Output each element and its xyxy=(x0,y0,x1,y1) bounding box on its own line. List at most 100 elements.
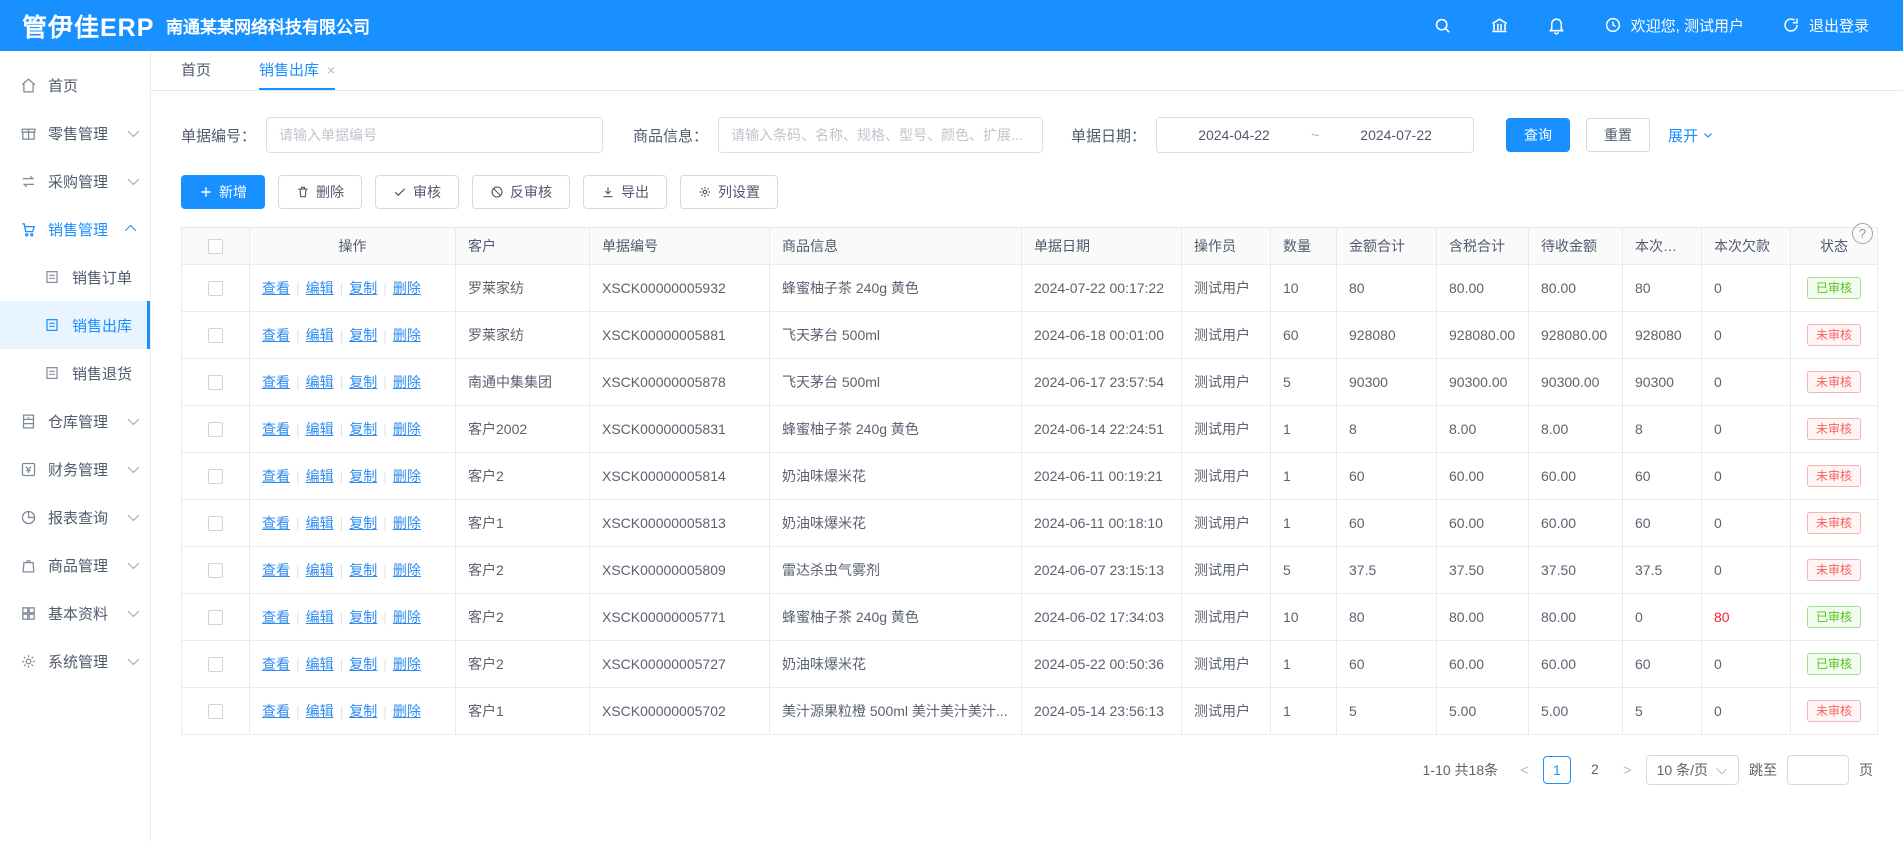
date-from[interactable]: 2024-04-22 xyxy=(1198,127,1270,143)
table-row: 查看|编辑|复制|删除南通中集集团XSCK00000005878飞天茅台 500… xyxy=(182,359,1878,406)
row-action-delete[interactable]: 删除 xyxy=(393,656,421,672)
col-header-customer: 客户 xyxy=(456,228,590,265)
sidebar-item-warehouse[interactable]: 仓库管理 xyxy=(0,397,150,445)
select-all-checkbox[interactable] xyxy=(208,239,223,254)
row-action-copy[interactable]: 复制 xyxy=(349,609,377,625)
row-action-view[interactable]: 查看 xyxy=(262,468,290,484)
row-action-copy[interactable]: 复制 xyxy=(349,327,377,343)
row-action-view[interactable]: 查看 xyxy=(262,280,290,296)
row-action-view[interactable]: 查看 xyxy=(262,609,290,625)
export-button[interactable]: 导出 xyxy=(583,175,667,209)
help-icon[interactable]: ? xyxy=(1852,223,1873,244)
row-action-delete[interactable]: 删除 xyxy=(393,468,421,484)
row-checkbox[interactable] xyxy=(208,657,223,672)
row-action-view[interactable]: 查看 xyxy=(262,703,290,719)
row-checkbox[interactable] xyxy=(208,375,223,390)
row-action-delete[interactable]: 删除 xyxy=(393,374,421,390)
row-action-delete[interactable]: 删除 xyxy=(393,515,421,531)
row-action-delete[interactable]: 删除 xyxy=(393,421,421,437)
row-action-edit[interactable]: 编辑 xyxy=(306,656,334,672)
row-checkbox[interactable] xyxy=(208,516,223,531)
row-action-copy[interactable]: 复制 xyxy=(349,374,377,390)
close-icon[interactable]: × xyxy=(327,62,335,78)
row-action-delete[interactable]: 删除 xyxy=(393,280,421,296)
bell-icon[interactable] xyxy=(1547,16,1566,35)
row-checkbox[interactable] xyxy=(208,563,223,578)
page-size-select[interactable]: 10 条/页 xyxy=(1646,755,1739,785)
row-checkbox[interactable] xyxy=(208,328,223,343)
chevron-down-icon xyxy=(1702,129,1714,141)
row-action-edit[interactable]: 编辑 xyxy=(306,374,334,390)
search-icon[interactable] xyxy=(1433,16,1452,35)
action-separator: | xyxy=(296,703,300,719)
sidebar-item-reports[interactable]: 报表查询 xyxy=(0,493,150,541)
product-info-input[interactable] xyxy=(718,117,1043,153)
audit-button-label: 审核 xyxy=(413,182,441,202)
sidebar-item-sales-outbound[interactable]: 销售出库 xyxy=(0,301,150,349)
row-action-edit[interactable]: 编辑 xyxy=(306,280,334,296)
doc-no-input[interactable] xyxy=(266,117,603,153)
logout-button[interactable]: 退出登录 xyxy=(1782,15,1869,36)
sidebar-item-sales-return[interactable]: 销售退货 xyxy=(0,349,150,397)
row-action-delete[interactable]: 删除 xyxy=(393,609,421,625)
sidebar-item-finance[interactable]: 财务管理 xyxy=(0,445,150,493)
sidebar-item-home[interactable]: 首页 xyxy=(0,61,150,109)
row-action-copy[interactable]: 复制 xyxy=(349,468,377,484)
welcome-user[interactable]: 欢迎您, 测试用户 xyxy=(1604,15,1744,36)
unaudit-button[interactable]: 反审核 xyxy=(472,175,570,209)
row-action-view[interactable]: 查看 xyxy=(262,515,290,531)
sidebar-item-retail[interactable]: 零售管理 xyxy=(0,109,150,157)
row-action-edit[interactable]: 编辑 xyxy=(306,562,334,578)
sidebar-item-goods[interactable]: 商品管理 xyxy=(0,541,150,589)
row-action-view[interactable]: 查看 xyxy=(262,656,290,672)
date-range-picker[interactable]: 2024-04-22 ~ 2024-07-22 xyxy=(1156,117,1474,153)
row-action-copy[interactable]: 复制 xyxy=(349,280,377,296)
row-checkbox[interactable] xyxy=(208,469,223,484)
page-button-2[interactable]: 2 xyxy=(1581,756,1609,784)
tab-sales-outbound[interactable]: 销售出库 × xyxy=(259,51,335,90)
sidebar-item-purchase[interactable]: 采购管理 xyxy=(0,157,150,205)
prev-page-button[interactable]: < xyxy=(1516,762,1533,779)
sidebar-item-sales[interactable]: 销售管理 xyxy=(0,205,150,253)
row-action-delete[interactable]: 删除 xyxy=(393,327,421,343)
row-action-copy[interactable]: 复制 xyxy=(349,562,377,578)
row-action-edit[interactable]: 编辑 xyxy=(306,609,334,625)
jump-page-input[interactable] xyxy=(1787,755,1849,785)
delete-button[interactable]: 删除 xyxy=(278,175,362,209)
date-to[interactable]: 2024-07-22 xyxy=(1360,127,1432,143)
row-checkbox[interactable] xyxy=(208,422,223,437)
bank-icon[interactable] xyxy=(1490,16,1509,35)
row-action-delete[interactable]: 删除 xyxy=(393,562,421,578)
row-action-copy[interactable]: 复制 xyxy=(349,703,377,719)
next-page-button[interactable]: > xyxy=(1619,762,1636,779)
sidebar-item-basicdata[interactable]: 基本资料 xyxy=(0,589,150,637)
row-action-edit[interactable]: 编辑 xyxy=(306,421,334,437)
row-action-edit[interactable]: 编辑 xyxy=(306,468,334,484)
row-checkbox[interactable] xyxy=(208,281,223,296)
column-settings-button[interactable]: 列设置 xyxy=(680,175,778,209)
reset-button[interactable]: 重置 xyxy=(1586,118,1650,152)
row-action-edit[interactable]: 编辑 xyxy=(306,703,334,719)
search-button[interactable]: 查询 xyxy=(1506,118,1570,152)
row-action-edit[interactable]: 编辑 xyxy=(306,515,334,531)
sidebar-item-label: 销售管理 xyxy=(48,219,108,240)
tab-home[interactable]: 首页 xyxy=(181,51,211,90)
row-checkbox[interactable] xyxy=(208,610,223,625)
row-action-delete[interactable]: 删除 xyxy=(393,703,421,719)
audit-button[interactable]: 审核 xyxy=(375,175,459,209)
row-checkbox[interactable] xyxy=(208,704,223,719)
row-action-view[interactable]: 查看 xyxy=(262,327,290,343)
sidebar-item-sales-order[interactable]: 销售订单 xyxy=(0,253,150,301)
row-action-view[interactable]: 查看 xyxy=(262,421,290,437)
expand-link[interactable]: 展开 xyxy=(1668,125,1714,146)
row-action-view[interactable]: 查看 xyxy=(262,562,290,578)
row-action-copy[interactable]: 复制 xyxy=(349,515,377,531)
row-action-copy[interactable]: 复制 xyxy=(349,421,377,437)
page-button-1[interactable]: 1 xyxy=(1543,756,1571,784)
add-button[interactable]: 新增 xyxy=(181,175,265,209)
action-separator: | xyxy=(383,327,387,343)
row-action-view[interactable]: 查看 xyxy=(262,374,290,390)
row-action-edit[interactable]: 编辑 xyxy=(306,327,334,343)
row-action-copy[interactable]: 复制 xyxy=(349,656,377,672)
sidebar-item-system[interactable]: 系统管理 xyxy=(0,637,150,685)
